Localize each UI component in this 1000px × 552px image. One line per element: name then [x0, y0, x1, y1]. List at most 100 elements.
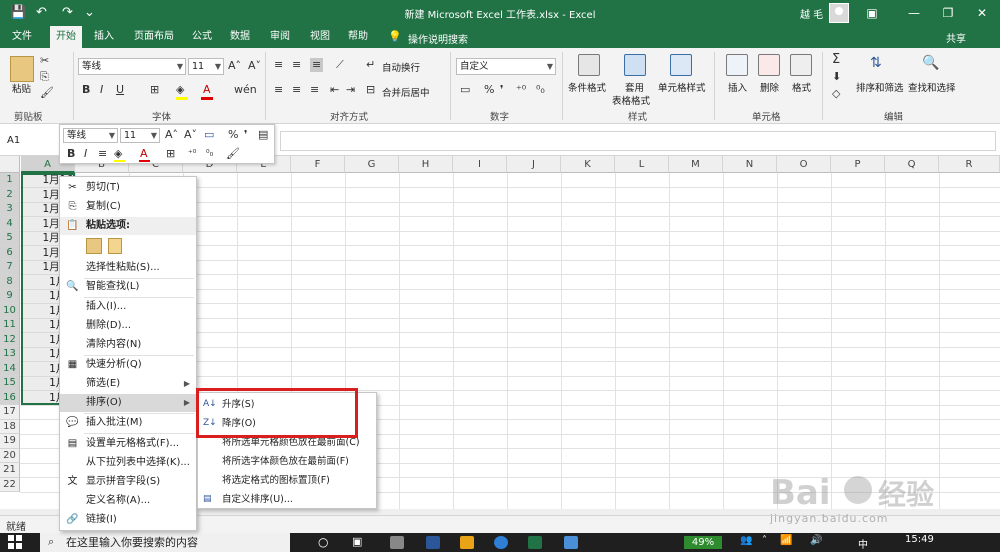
clear-icon[interactable]: ◇	[832, 87, 840, 101]
cell-styles-button[interactable]: 单元格样式	[658, 80, 706, 94]
align-right-icon[interactable]: ≡	[310, 83, 319, 97]
tab-formulas[interactable]: 公式	[186, 26, 218, 48]
tell-me-search[interactable]: 操作说明搜索	[408, 31, 468, 46]
find-select-button[interactable]: 查找和选择	[908, 80, 956, 94]
row-header[interactable]: 9	[0, 289, 20, 304]
merge-center-icon[interactable]: ⊟	[366, 83, 375, 97]
increase-indent-icon[interactable]: ⇥	[346, 83, 355, 97]
tab-file[interactable]: 文件	[6, 26, 38, 48]
mini-format-painter-icon[interactable]: 🖌	[226, 147, 240, 161]
column-header[interactable]: K	[561, 156, 615, 173]
row-header[interactable]: 20	[0, 448, 20, 463]
comma-style-icon[interactable]: ❜	[500, 83, 504, 97]
row-header[interactable]: 5	[0, 231, 20, 246]
mini-shrink-font-icon[interactable]: A˅	[184, 128, 197, 142]
menu-item-clear-contents[interactable]: 清除内容(N)	[60, 336, 196, 354]
column-header[interactable]: P	[831, 156, 885, 173]
mini-bold-icon[interactable]: B	[67, 147, 75, 161]
row-header[interactable]: 4	[0, 216, 20, 231]
mini-increase-decimal-icon[interactable]: ⁺⁰	[188, 147, 196, 161]
mini-currency-icon[interactable]: ▭	[204, 128, 214, 142]
number-format-combo[interactable]: 自定义 ▼	[456, 58, 556, 75]
network-icon[interactable]: 📶	[780, 535, 792, 546]
submenu-item-icon-on-top[interactable]: 将选定格式的图标置顶(F)	[198, 471, 376, 490]
ribbon-display-options-icon[interactable]: ▣	[858, 3, 886, 23]
minimize-icon[interactable]: —	[900, 3, 928, 23]
menu-item-delete[interactable]: 删除(D)...	[60, 317, 196, 335]
insert-cells-icon[interactable]	[726, 54, 748, 76]
row-header[interactable]: 1	[0, 173, 20, 188]
decrease-indent-icon[interactable]: ⇤	[330, 83, 339, 97]
wrap-text-icon[interactable]: ↵	[366, 58, 375, 72]
middle-align-icon[interactable]: ≡	[292, 58, 301, 72]
increase-decimal-icon[interactable]: ⁺⁰	[516, 83, 526, 97]
close-icon[interactable]: ✕	[968, 3, 996, 23]
sort-filter-button[interactable]: 排序和筛选	[856, 80, 904, 94]
phonetic-icon[interactable]: wén	[234, 83, 257, 97]
bottom-align-icon[interactable]: ≡	[310, 58, 324, 72]
column-header[interactable]: F	[291, 156, 345, 173]
user-name[interactable]: 越 毛	[800, 6, 823, 21]
paste-icon[interactable]	[86, 238, 102, 254]
paste-values-icon[interactable]	[108, 238, 122, 254]
app-icon[interactable]	[390, 536, 404, 549]
row-header[interactable]: 3	[0, 202, 20, 217]
font-name-combo[interactable]: 等线 ▼	[78, 58, 186, 75]
volume-icon[interactable]: 🔊	[810, 535, 822, 546]
mini-grow-font-icon[interactable]: A˄	[165, 128, 178, 142]
menu-item-sort[interactable]: 排序(O) ▶	[60, 394, 196, 412]
ime-indicator[interactable]: 中	[858, 536, 868, 551]
mini-italic-icon[interactable]: I	[84, 147, 87, 161]
menu-item-copy[interactable]: ⎘ 复制(C)	[60, 198, 196, 216]
menu-item-phonetic[interactable]: 文显示拼音字段(S)	[60, 473, 196, 491]
top-align-icon[interactable]: ≡	[274, 58, 283, 72]
copy-icon[interactable]: ⎘	[40, 70, 49, 84]
menu-item-insert[interactable]: 插入(I)...	[60, 298, 196, 316]
format-as-table-button[interactable]: 套用	[625, 80, 644, 94]
menu-item-link[interactable]: 🔗 链接(I)	[60, 511, 196, 529]
autosum-icon[interactable]: Σ	[832, 53, 840, 67]
row-header[interactable]: 22	[0, 477, 20, 492]
tab-insert[interactable]: 插入	[88, 26, 120, 48]
tab-data[interactable]: 数据	[224, 26, 256, 48]
percent-icon[interactable]: %	[484, 83, 494, 97]
row-header[interactable]: 7	[0, 260, 20, 275]
format-painter-icon[interactable]: 🖌	[40, 86, 54, 100]
name-box[interactable]: A1	[4, 132, 54, 150]
tab-home[interactable]: 开始	[50, 26, 82, 48]
row-header[interactable]: 19	[0, 434, 20, 449]
mini-size-combo[interactable]: 11 ▼	[120, 128, 160, 143]
tab-help[interactable]: 帮助	[342, 26, 374, 48]
avatar[interactable]	[829, 3, 849, 23]
row-header[interactable]: 15	[0, 376, 20, 391]
format-as-table-icon[interactable]	[624, 54, 646, 76]
mini-comma-icon[interactable]: ❜	[244, 128, 248, 142]
wrap-text-button[interactable]: 自动换行	[382, 60, 420, 74]
file-explorer-icon[interactable]	[460, 536, 474, 549]
accounting-format-icon[interactable]: ▭	[460, 83, 470, 97]
font-size-combo[interactable]: 11 ▼	[188, 58, 224, 75]
find-select-icon[interactable]: 🔍	[922, 56, 939, 70]
row-header[interactable]: 6	[0, 245, 20, 260]
shrink-font-icon[interactable]: A˅	[248, 59, 261, 73]
formula-input[interactable]	[280, 131, 996, 151]
delete-cells-icon[interactable]	[758, 54, 780, 76]
menu-item-pick-from-list[interactable]: 从下拉列表中选择(K)...	[60, 454, 196, 472]
word-icon[interactable]	[426, 536, 440, 549]
conditional-formatting-icon[interactable]	[578, 54, 600, 76]
column-header[interactable]: M	[669, 156, 723, 173]
row-header[interactable]: 2	[0, 187, 20, 202]
mini-font-combo[interactable]: 等线 ▼	[63, 128, 118, 143]
fill-color-icon[interactable]: ◈	[176, 83, 184, 97]
column-header[interactable]: Q	[885, 156, 939, 173]
column-header[interactable]: H	[399, 156, 453, 173]
tab-view[interactable]: 视图	[304, 26, 336, 48]
bold-icon[interactable]: B	[82, 83, 90, 97]
submenu-item-custom-sort[interactable]: ▤ 自定义排序(U)...	[198, 490, 376, 509]
select-all-corner[interactable]	[0, 156, 20, 173]
conditional-formatting-button[interactable]: 条件格式	[568, 80, 606, 94]
format-cells-icon[interactable]	[790, 54, 812, 76]
fill-icon[interactable]: ⬇	[832, 70, 841, 84]
italic-icon[interactable]: I	[100, 83, 103, 97]
windows-start-icon[interactable]	[8, 535, 22, 549]
